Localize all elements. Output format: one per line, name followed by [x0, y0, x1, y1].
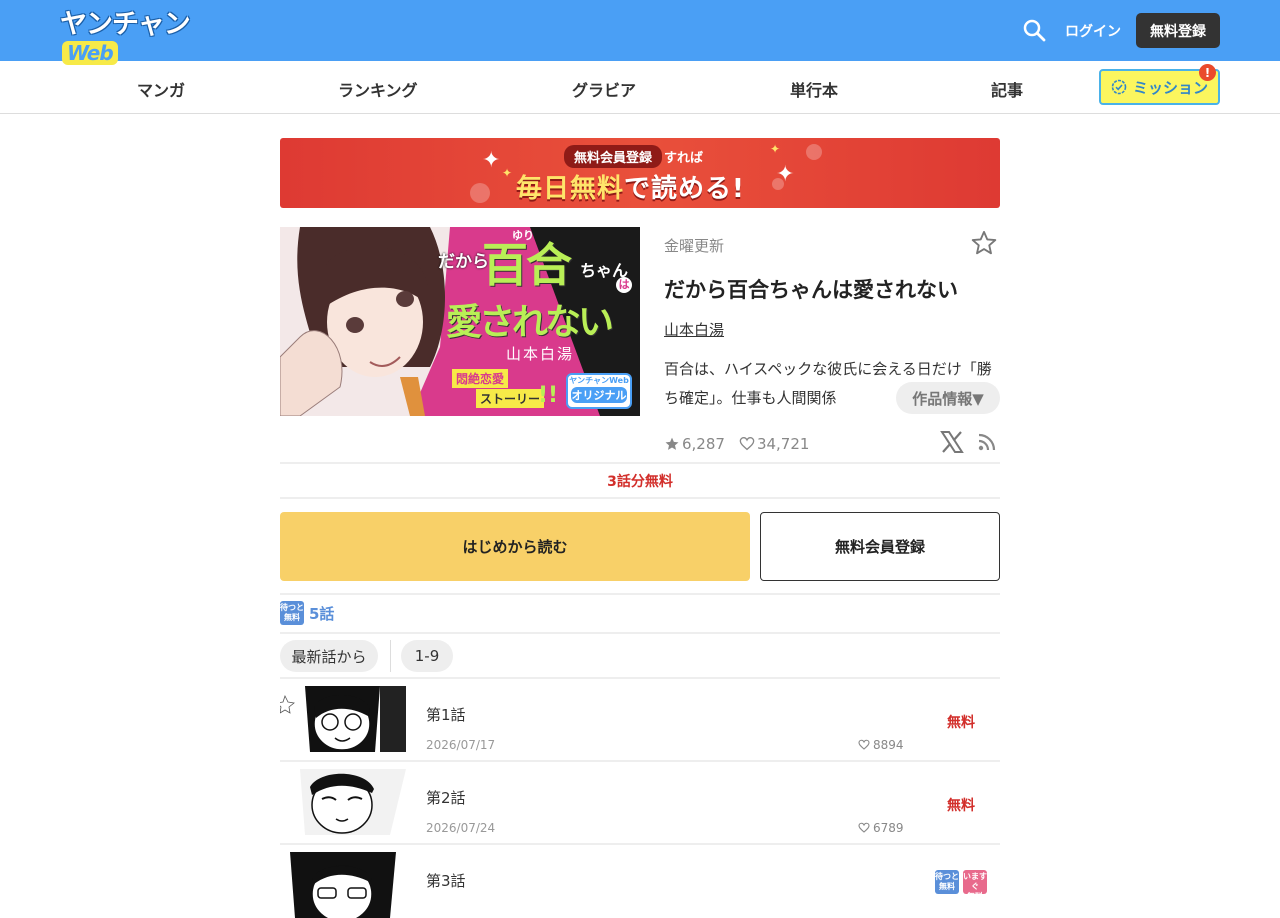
- episode-thumbnail: [280, 769, 406, 835]
- episode-title: 第3話: [426, 872, 466, 890]
- episode-row[interactable]: 第1話 2026/07/17 8894 無料: [280, 686, 1000, 752]
- cover-exclaim: !!: [538, 383, 559, 408]
- nav-item-gravure[interactable]: グラビア: [572, 77, 636, 101]
- episode-badges: 待つと 無料 いますぐ 無料: [935, 870, 987, 901]
- episode-free-label: 無料: [947, 798, 975, 814]
- divider: [280, 760, 1000, 762]
- episode-likes: 8894: [858, 738, 904, 752]
- nav-item-manga[interactable]: マンガ: [137, 77, 185, 101]
- episode-title: 第1話: [426, 706, 466, 724]
- heart-icon: [858, 739, 870, 750]
- banner-suffix: すれば: [664, 151, 704, 166]
- episode-thumbnail: [280, 852, 406, 918]
- episode-row[interactable]: 第3話 待つと 無料 いますぐ 無料: [280, 852, 1000, 918]
- episode-thumbnail: [280, 686, 406, 752]
- logo-text: ヤンチャン: [60, 9, 191, 40]
- sparkle-icon: ✦: [770, 142, 781, 156]
- search-icon[interactable]: [1022, 18, 1046, 42]
- work-stats: 6,287 34,721: [664, 435, 809, 453]
- chip-divider: [390, 640, 391, 672]
- heart-icon: [739, 436, 755, 451]
- cover-ruby: ゆり: [512, 229, 534, 242]
- banner-bubble: [470, 183, 490, 203]
- login-link[interactable]: ログイン: [1065, 21, 1121, 41]
- wait-free-badge: 待つと 無料: [935, 870, 959, 894]
- cover-tagline-b: ストーリー: [476, 389, 545, 408]
- wait-free-count: 5話: [309, 604, 335, 623]
- author-link[interactable]: 山本白湯: [664, 319, 724, 340]
- episode-free-label: 無料: [947, 715, 975, 731]
- favorite-star-icon[interactable]: [970, 229, 998, 257]
- mission-label: ミッション: [1132, 78, 1208, 97]
- rss-icon[interactable]: [978, 433, 996, 451]
- site-header: ヤンチャンWeb YOUNG CHAMPION WEB ログイン 無料登録: [0, 0, 1280, 77]
- favorites-count: 6,287: [664, 435, 725, 453]
- episode-date: 2026/07/24: [426, 821, 496, 835]
- free-register-banner[interactable]: ✦ ✦ ✦ ✦ 無料会員登録 すれば 毎日無料で読める!: [280, 138, 1000, 208]
- divider: [280, 843, 1000, 845]
- sparkle-icon: ✦: [502, 166, 513, 180]
- banner-pill: 無料会員登録: [564, 145, 663, 168]
- episode-date: 2026/07/17: [426, 738, 496, 752]
- wait-free-row: 待つと 無料 5話: [280, 601, 334, 625]
- mission-alert-badge: !: [1199, 64, 1216, 81]
- divider: [280, 677, 1000, 679]
- nav-item-books[interactable]: 単行本: [790, 77, 838, 101]
- divider: [280, 462, 1000, 464]
- divider: [280, 497, 1000, 499]
- read-from-start-button[interactable]: はじめから読む: [280, 512, 750, 581]
- banner-bubble: [806, 144, 822, 160]
- cover-title-d: は: [616, 277, 632, 293]
- update-schedule: 金曜更新: [664, 237, 725, 255]
- episode-title: 第2話: [426, 789, 466, 807]
- sort-latest-chip[interactable]: 最新話から: [280, 640, 378, 672]
- banner-headline: 毎日無料で読める!: [516, 174, 745, 204]
- episode-row[interactable]: 第2話 2026/07/24 6789 無料: [280, 769, 1000, 835]
- check-badge-icon: [1111, 79, 1127, 95]
- register-button[interactable]: 無料登録: [1136, 13, 1220, 48]
- main-nav: マンガ ランキング グラビア 単行本 記事: [0, 61, 1280, 114]
- site-logo[interactable]: ヤンチャンWeb YOUNG CHAMPION WEB: [60, 9, 240, 77]
- range-chip[interactable]: 1-9: [401, 640, 453, 672]
- cover-original-badge: ヤンチャンWeb オリジナル: [566, 373, 632, 409]
- episode-likes: 6789: [858, 821, 904, 835]
- instant-free-badge: いますぐ 無料: [963, 870, 987, 901]
- divider: [280, 632, 1000, 634]
- member-register-button[interactable]: 無料会員登録: [760, 512, 1000, 581]
- likes-count: 34,721: [739, 435, 809, 453]
- star-icon: [665, 437, 679, 450]
- divider: [280, 593, 1000, 595]
- cover-title-e: 愛されない: [446, 302, 614, 343]
- heart-icon: [858, 822, 870, 833]
- work-cover-image[interactable]: だから 百合 ゆり ちゃん は 愛されない 山本白湯 悶絶恋愛 ストーリー !!…: [280, 227, 640, 416]
- sparkle-icon: ✦: [482, 148, 501, 173]
- nav-item-ranking[interactable]: ランキング: [338, 77, 418, 101]
- nav-item-articles[interactable]: 記事: [991, 77, 1023, 101]
- sparkle-icon: ✦: [776, 162, 795, 187]
- x-share-icon[interactable]: [940, 431, 964, 453]
- work-info-toggle[interactable]: 作品情報▼: [896, 382, 1000, 414]
- free-episodes-note: 3話分無料: [607, 474, 673, 490]
- work-title: だから百合ちゃんは愛されない: [664, 278, 958, 302]
- cover-tagline-a: 悶絶恋愛: [452, 369, 509, 388]
- wait-free-badge: 待つと 無料: [280, 601, 304, 625]
- cover-author: 山本白湯: [506, 345, 575, 363]
